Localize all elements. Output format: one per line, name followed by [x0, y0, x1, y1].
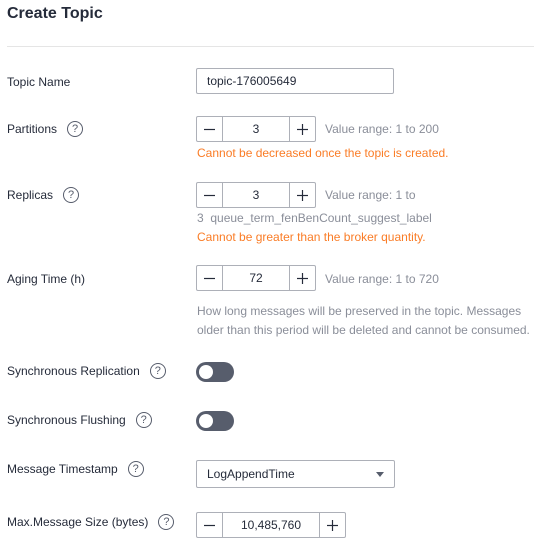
aging-time-description: How long messages will be preserved in t…	[197, 304, 530, 337]
toggle-knob	[199, 365, 213, 379]
minus-icon	[204, 277, 215, 279]
sync-replication-toggle[interactable]	[196, 362, 234, 382]
replicas-range-hint-continued: 3 queue_term_fenBenCount_suggest_label	[197, 211, 432, 225]
partitions-warning: Cannot be decreased once the topic is cr…	[197, 146, 449, 160]
partitions-range-hint: Value range: 1 to 200	[325, 122, 439, 136]
message-timestamp-value: LogAppendTime	[207, 467, 295, 481]
aging-time-range-hint: Value range: 1 to 720	[325, 272, 439, 286]
replicas-warning: Cannot be greater than the broker quanti…	[197, 230, 426, 244]
sync-flushing-toggle[interactable]	[196, 411, 234, 431]
partitions-label: Partitions ?	[7, 121, 84, 137]
topic-name-input[interactable]	[196, 68, 394, 94]
plus-icon	[297, 189, 308, 201]
message-timestamp-label: Message Timestamp ?	[7, 461, 144, 477]
plus-icon	[327, 519, 338, 531]
toggle-knob	[199, 414, 213, 428]
max-message-size-value[interactable]: 10,485,760	[223, 513, 319, 537]
partitions-increment-button[interactable]	[289, 117, 315, 141]
message-timestamp-select[interactable]: LogAppendTime	[196, 460, 395, 488]
message-timestamp-help-icon[interactable]: ?	[127, 461, 144, 477]
replicas-decrement-button[interactable]	[197, 183, 223, 207]
sync-replication-help-icon[interactable]: ?	[149, 363, 166, 379]
minus-icon	[204, 194, 215, 196]
max-message-size-help-icon[interactable]: ?	[158, 514, 175, 530]
replicas-stepper[interactable]: 3	[196, 182, 316, 208]
aging-time-label: Aging Time (h)	[7, 272, 86, 286]
plus-icon	[297, 123, 308, 135]
dropdown-arrow-icon	[376, 472, 384, 477]
max-message-size-increment-button[interactable]	[319, 513, 345, 537]
page-title: Create Topic	[7, 5, 103, 22]
topic-name-label: Topic Name	[7, 75, 71, 89]
sync-flushing-help-icon[interactable]: ?	[135, 412, 152, 428]
sync-flushing-label: Synchronous Flushing ?	[7, 412, 152, 428]
replicas-label: Replicas ?	[7, 187, 80, 203]
aging-time-increment-button[interactable]	[289, 266, 315, 290]
aging-time-value[interactable]: 72	[223, 266, 289, 290]
sync-replication-label: Synchronous Replication ?	[7, 363, 166, 379]
max-message-size-decrement-button[interactable]	[197, 513, 223, 537]
replicas-value[interactable]: 3	[223, 183, 289, 207]
minus-icon	[204, 128, 215, 130]
partitions-help-icon[interactable]: ?	[67, 121, 84, 137]
plus-icon	[297, 272, 308, 284]
partitions-decrement-button[interactable]	[197, 117, 223, 141]
replicas-increment-button[interactable]	[289, 183, 315, 207]
max-message-size-stepper[interactable]: 10,485,760	[196, 512, 346, 538]
partitions-value[interactable]: 3	[223, 117, 289, 141]
aging-time-stepper[interactable]: 72	[196, 265, 316, 291]
replicas-range-hint: Value range: 1 to	[325, 188, 416, 202]
partitions-stepper[interactable]: 3	[196, 116, 316, 142]
replicas-help-icon[interactable]: ?	[63, 187, 80, 203]
max-message-size-label: Max.Message Size (bytes) ?	[7, 514, 175, 530]
aging-time-decrement-button[interactable]	[197, 266, 223, 290]
minus-icon	[204, 524, 215, 526]
header-divider	[7, 46, 534, 47]
